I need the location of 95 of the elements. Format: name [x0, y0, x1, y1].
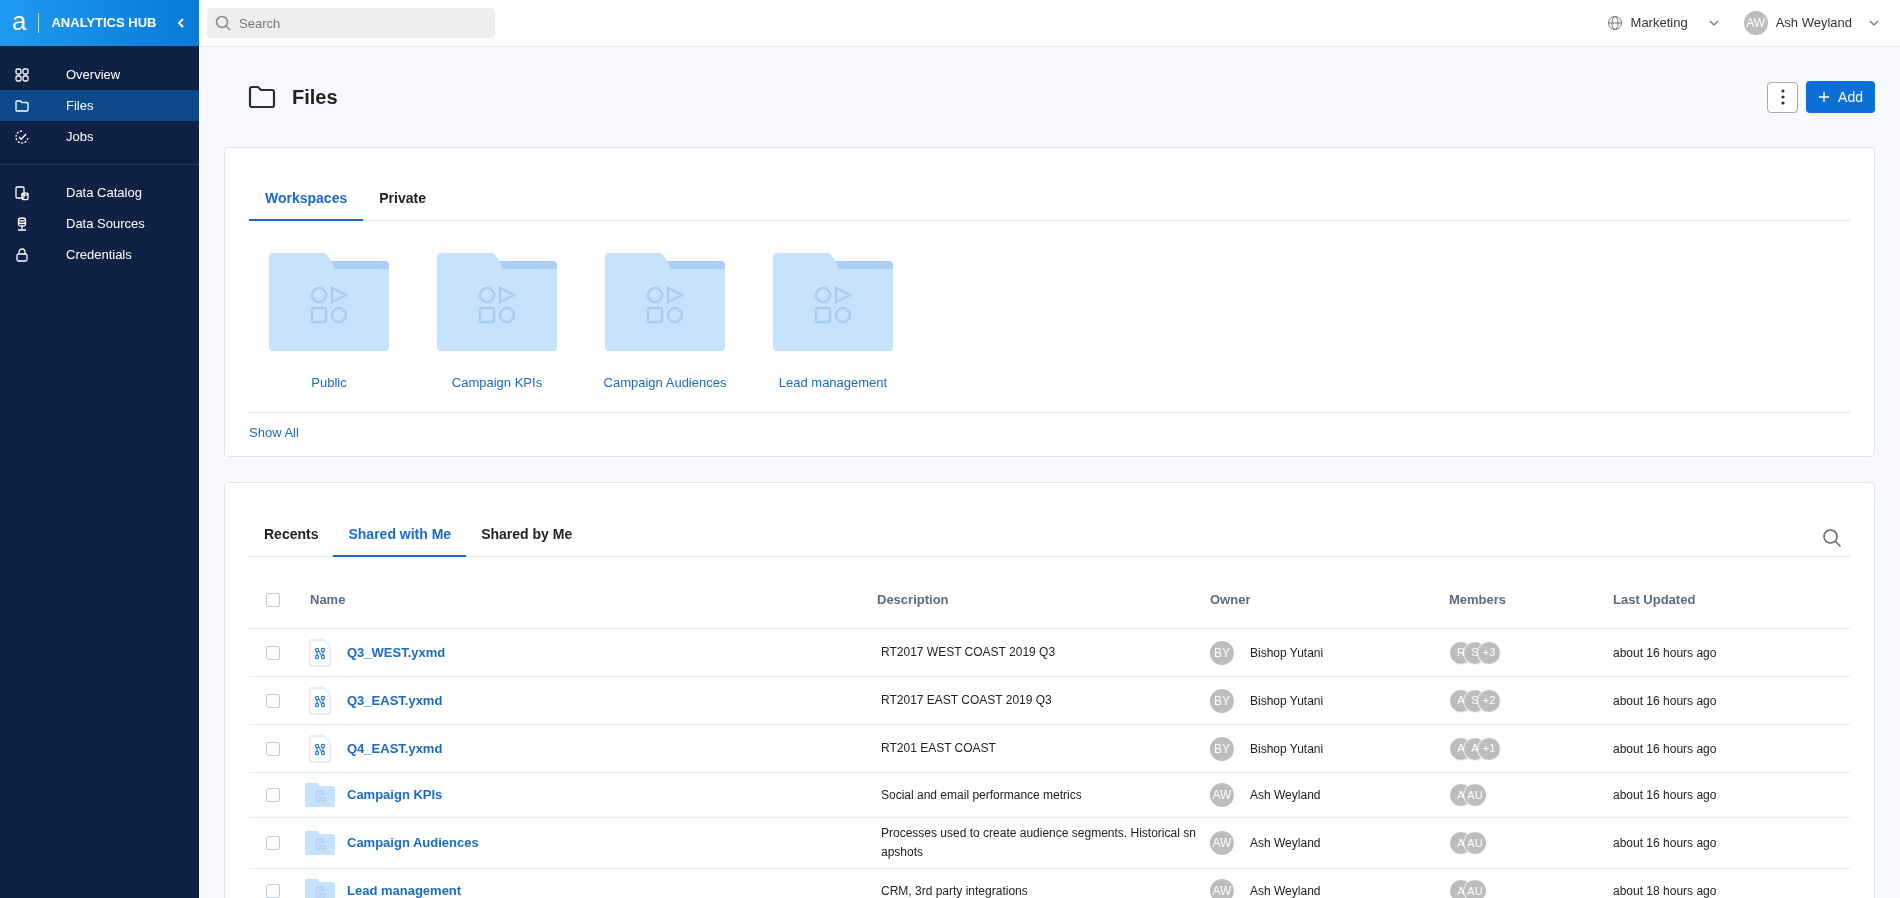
search-icon[interactable]: [1822, 528, 1842, 548]
owner-avatar: BY: [1210, 736, 1234, 761]
table-cell-text: about 16 hours ago: [1613, 835, 1718, 852]
table-cell-text: CRM, 3rd party integrations: [880, 882, 1029, 898]
tab[interactable]: Private: [363, 184, 442, 221]
add-button[interactable]: Add: [1806, 81, 1875, 113]
table-cell-text: about 16 hours ago: [1613, 787, 1718, 804]
tab[interactable]: Recents: [249, 520, 334, 557]
plus-icon: [1818, 91, 1831, 103]
checkbox[interactable]: [266, 788, 280, 802]
sidebar-item[interactable]: Overview: [0, 59, 199, 90]
column-header: Description: [876, 590, 950, 609]
workspace-folder[interactable]: Lead management: [773, 253, 893, 412]
checkbox[interactable]: [266, 836, 280, 850]
collapse-chevron-icon[interactable]: [175, 17, 187, 29]
member-avatar: +2: [1477, 688, 1501, 713]
workspace-folder[interactable]: Campaign KPIs: [437, 253, 557, 412]
show-all-link[interactable]: Show All: [249, 423, 299, 443]
grid-icon: [14, 66, 30, 83]
sidebar-item[interactable]: Files: [0, 90, 199, 121]
logo: a: [12, 8, 27, 34]
table-cell-text: Ash Weyland: [1250, 787, 1321, 804]
tab[interactable]: Shared by Me: [466, 520, 588, 557]
sidebar-item[interactable]: Jobs: [0, 121, 199, 152]
tab[interactable]: Workspaces: [249, 184, 364, 221]
owner-avatar: BY: [1210, 688, 1234, 713]
folder-icon: [14, 97, 30, 114]
workflow-file-icon: [309, 734, 331, 763]
folder-icon: [305, 783, 335, 807]
file-name-link[interactable]: Lead management: [347, 881, 462, 898]
file-name-link[interactable]: Q4_EAST.yxmd: [347, 738, 443, 759]
column-header: Members: [1449, 590, 1508, 609]
table-cell-text: about 16 hours ago: [1613, 692, 1718, 710]
page-title: Files: [292, 85, 338, 110]
workspace-folder[interactable]: Campaign Audiences: [605, 253, 725, 412]
checkbox[interactable]: [266, 884, 280, 898]
checkbox[interactable]: [266, 592, 280, 607]
table-cell-text: about 16 hours ago: [1613, 644, 1718, 662]
folder-icon: [437, 253, 557, 351]
table-cell-text: about 18 hours ago: [1613, 883, 1718, 898]
folder-icon: [305, 879, 335, 898]
column-header: Last Updated: [1613, 590, 1697, 609]
column-header: Name: [310, 590, 347, 609]
workspace-folder[interactable]: Public: [269, 253, 389, 412]
lock-icon: [14, 246, 30, 263]
checkbox[interactable]: [266, 693, 280, 708]
table-cell-text: Bishop Yutani: [1250, 644, 1324, 662]
member-avatar: +3: [1477, 640, 1501, 665]
folder-icon: [269, 253, 389, 351]
sidebar-item[interactable]: Data Catalog: [0, 177, 199, 208]
member-avatar: AU: [1463, 783, 1487, 807]
table-cell-text: Ash Weyland: [1250, 883, 1321, 898]
check-circle-icon: [14, 128, 30, 145]
table-cell-text: Processes used to create audience segments. Historical snapshots: [880, 825, 1197, 861]
table-cell-text: RT2017 WEST COAST 2019 Q3: [880, 644, 1057, 661]
search-icon: [215, 15, 231, 31]
table-cell-text: about 16 hours ago: [1613, 740, 1718, 758]
table-cell-text: Bishop Yutani: [1250, 692, 1324, 710]
member-avatar: AU: [1463, 831, 1487, 855]
checkbox[interactable]: [266, 741, 280, 756]
member-avatar: +1: [1477, 736, 1501, 761]
folder-icon: [248, 85, 276, 109]
app-title: ANALYTICS HUB: [51, 14, 157, 33]
tab[interactable]: Shared with Me: [333, 520, 467, 557]
sidebar-item[interactable]: Data Sources: [0, 208, 199, 239]
folder-icon: [605, 253, 725, 351]
table-cell-text: Ash Weyland: [1250, 835, 1321, 852]
more-icon: [1780, 89, 1785, 105]
owner-avatar: AW: [1210, 879, 1234, 898]
column-header: Owner: [1209, 590, 1252, 609]
workspace-selector[interactable]: Marketing: [1606, 13, 1720, 33]
table-cell-text: Social and email performance metrics: [880, 786, 1083, 804]
owner-avatar: AW: [1210, 831, 1234, 855]
table-cell-text: RT201 EAST COAST: [880, 740, 997, 757]
catalog-icon: [14, 184, 30, 201]
folder-icon: [305, 831, 335, 855]
file-name-link[interactable]: Campaign Audiences: [347, 833, 479, 853]
owner-avatar: AW: [1210, 783, 1234, 807]
more-options-button[interactable]: [1767, 81, 1799, 113]
table-cell-text: RT2017 EAST COAST 2019 Q3: [880, 692, 1053, 709]
file-name-link[interactable]: Q3_EAST.yxmd: [347, 690, 443, 711]
folder-icon: [773, 253, 893, 351]
member-avatar: AU: [1463, 879, 1487, 898]
globe-icon: [1606, 15, 1623, 31]
table-cell-text: Bishop Yutani: [1250, 740, 1324, 758]
user-avatar: AW: [1743, 11, 1768, 35]
checkbox[interactable]: [266, 645, 280, 660]
workflow-file-icon: [309, 638, 331, 667]
workflow-file-icon: [309, 686, 331, 715]
owner-avatar: BY: [1210, 640, 1234, 665]
file-name-link[interactable]: Campaign KPIs: [347, 785, 443, 805]
sidebar-item[interactable]: Credentials: [0, 239, 199, 270]
user-menu[interactable]: AW Ash Weyland: [1743, 11, 1880, 35]
search-field[interactable]: Search: [207, 8, 495, 38]
file-name-link[interactable]: Q3_WEST.yxmd: [347, 642, 446, 663]
